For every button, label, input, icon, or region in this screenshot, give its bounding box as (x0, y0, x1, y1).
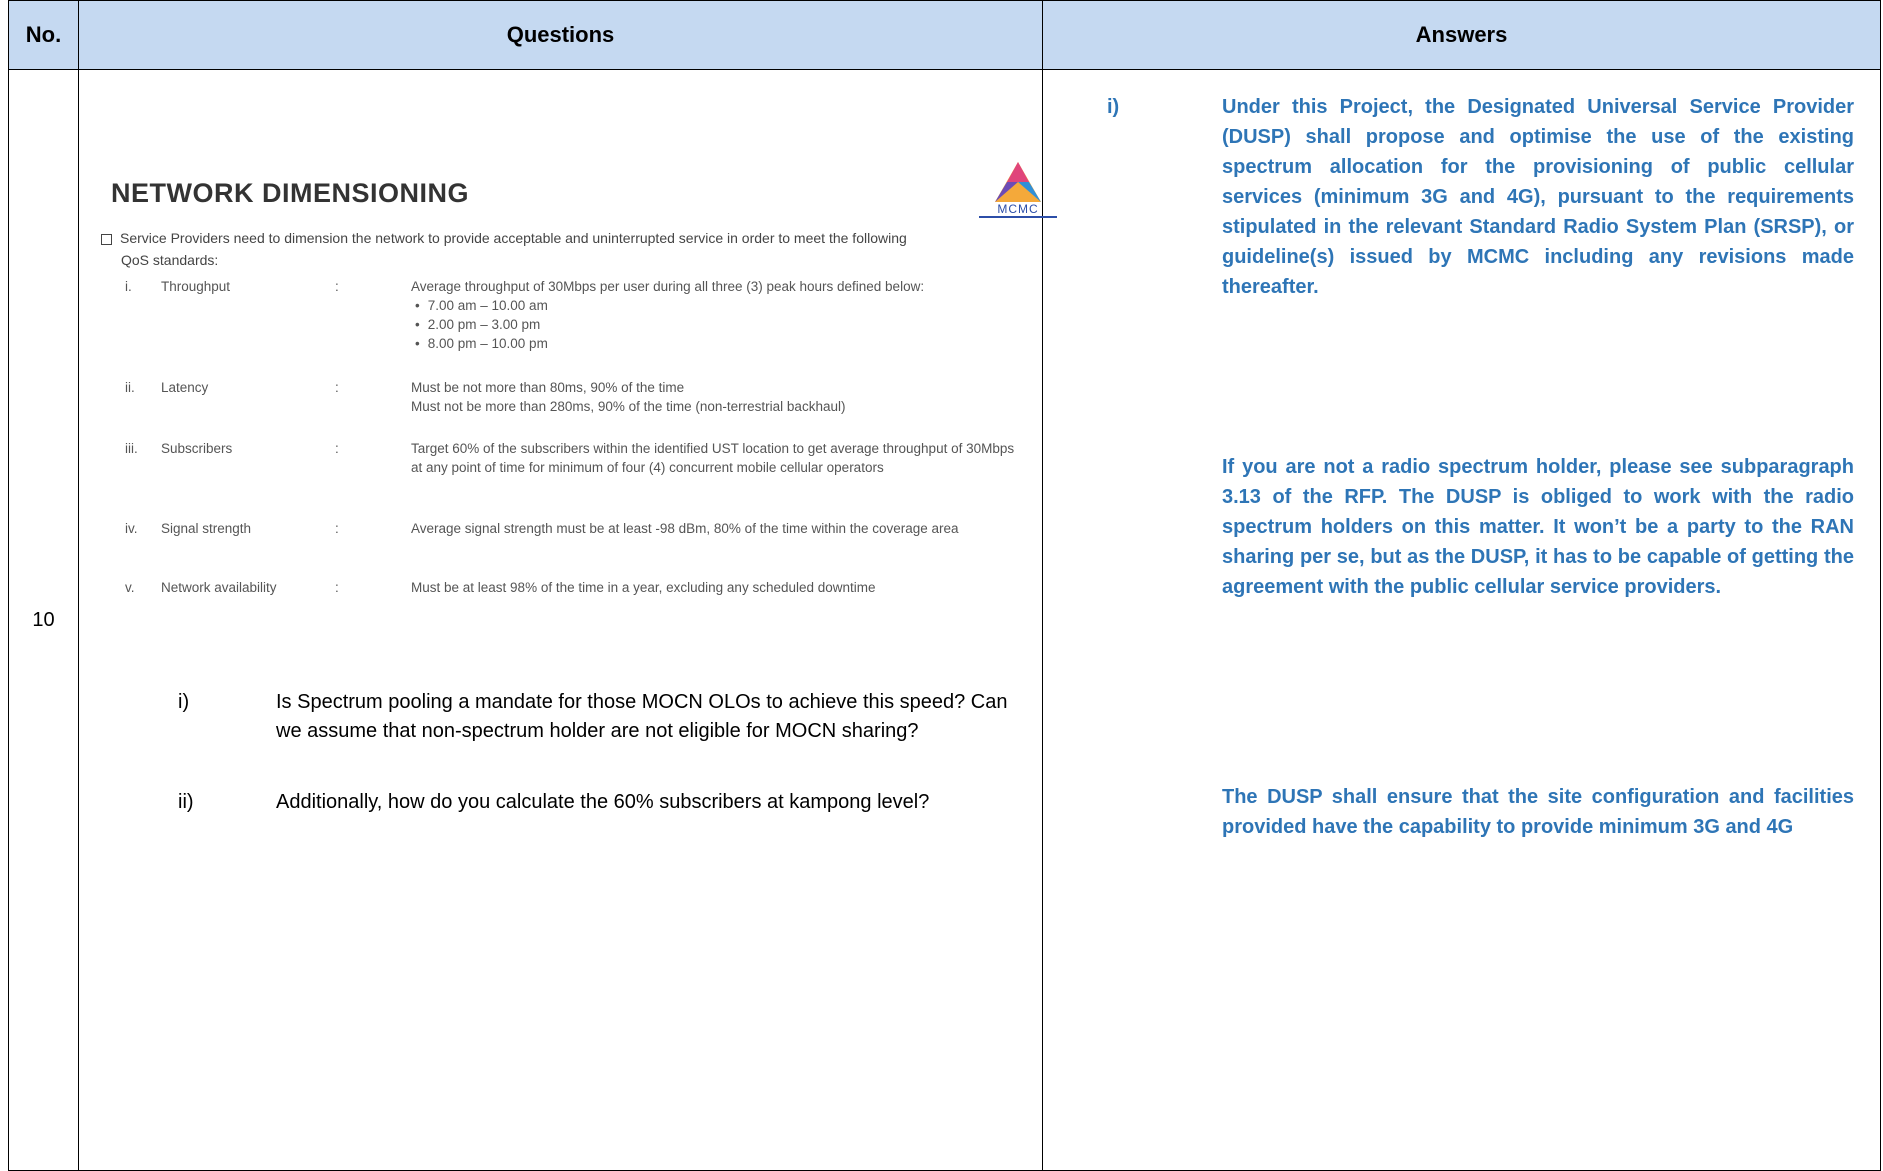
row-number: 10 (8, 69, 79, 1171)
list-item: 2.00 pm – 3.00 pm (427, 315, 1021, 334)
peak-hours-list: 7.00 am – 10.00 am 2.00 pm – 3.00 pm 8.0… (411, 296, 1021, 353)
qa-table: No. Questions Answers 10 NETWORK DIMENSI… (8, 0, 1881, 1171)
answer-number: i) (1107, 96, 1120, 118)
answers-cell: i) Under this Project, the Designated Un… (1042, 69, 1881, 1171)
list-item: 8.00 pm – 10.00 pm (427, 334, 1021, 353)
answer-paragraph: If you are not a radio spectrum holder, … (1222, 456, 1854, 598)
header-no: No. (8, 0, 79, 70)
header-answers: Answers (1042, 0, 1881, 70)
table-row: 10 NETWORK DIMENSIONING MCMC Service Pro… (8, 69, 1881, 1171)
list-item: 7.00 am – 10.00 am (427, 296, 1021, 315)
slide-intro-cont: QoS standards: (121, 252, 219, 268)
embedded-slide-image: NETWORK DIMENSIONING MCMC Service Provid… (101, 160, 1057, 675)
question-text: Additionally, how do you calculate the 6… (276, 791, 930, 813)
answer-paragraph: Under this Project, the Designated Unive… (1222, 96, 1854, 298)
checkbox-bullet-icon (101, 233, 112, 245)
answer-paragraph: The DUSP shall ensure that the site conf… (1222, 786, 1854, 838)
page: No. Questions Answers 10 NETWORK DIMENSI… (0, 0, 1883, 1171)
slide-title: NETWORK DIMENSIONING (111, 178, 469, 208)
question-number: i) (178, 691, 190, 713)
questions-cell: NETWORK DIMENSIONING MCMC Service Provid… (78, 69, 1057, 1171)
question-number: ii) (178, 791, 194, 813)
slide-intro: Service Providers need to dimension the … (101, 227, 1021, 271)
table-header-row: No. Questions Answers (8, 0, 1881, 70)
question-text: Is Spectrum pooling a mandate for those … (276, 691, 1008, 742)
header-questions: Questions (78, 0, 1043, 70)
